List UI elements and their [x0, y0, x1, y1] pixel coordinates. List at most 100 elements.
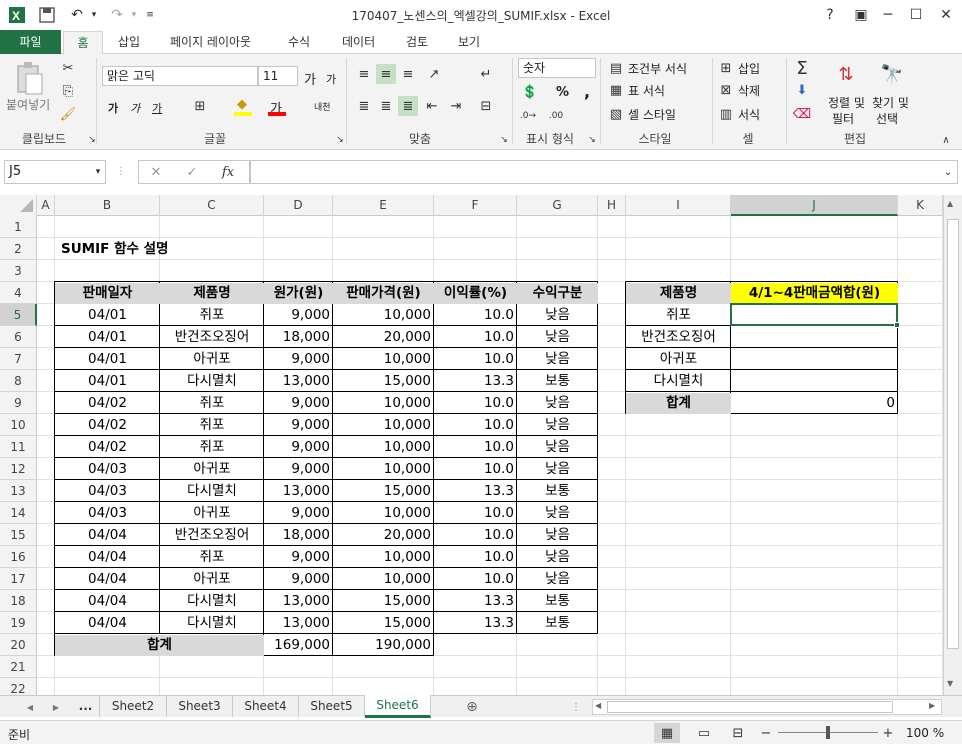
orientation-icon[interactable]: ↗	[424, 64, 444, 84]
table-cell-e6[interactable]: 20,000	[333, 327, 434, 348]
table-cell-e16[interactable]: 10,000	[333, 547, 434, 568]
align-middle-icon[interactable]: ≡	[376, 64, 396, 84]
table-cell-b15[interactable]: 04/04	[55, 525, 160, 546]
table-header-g[interactable]: 수익구분	[517, 283, 598, 304]
table-cell-g11[interactable]: 낮음	[517, 437, 598, 458]
table-cell-f5[interactable]: 10.0	[434, 305, 517, 326]
table-total-label[interactable]: 합계	[55, 635, 264, 656]
autosum-icon[interactable]: Σ	[792, 58, 812, 79]
table-cell-d17[interactable]: 9,000	[264, 569, 333, 590]
column-header-j[interactable]: J	[731, 195, 898, 216]
table-cell-d12[interactable]: 9,000	[264, 459, 333, 480]
table-cell-e7[interactable]: 10,000	[333, 349, 434, 370]
table-cell-d16[interactable]: 9,000	[264, 547, 333, 568]
sheet-tab-sheet5[interactable]: Sheet5	[299, 696, 365, 717]
row-header-18[interactable]: 18	[0, 590, 37, 612]
table-cell-e12[interactable]: 10,000	[333, 459, 434, 480]
summary-header-name[interactable]: 제품명	[626, 283, 731, 304]
table-cell-g10[interactable]: 낮음	[517, 415, 598, 436]
row-header-12[interactable]: 12	[0, 458, 37, 480]
table-header-e[interactable]: 판매가격(원)	[333, 283, 434, 304]
table-cell-c19[interactable]: 다시멸치	[160, 613, 264, 634]
row-header-3[interactable]: 3	[0, 260, 37, 282]
find-select-button[interactable]: 찾기 및	[872, 94, 909, 111]
ribbon-display-icon[interactable]: ▣	[850, 5, 872, 25]
row-header-14[interactable]: 14	[0, 502, 37, 524]
row-header-15[interactable]: 15	[0, 524, 37, 546]
tab-formulas[interactable]: 수식	[288, 33, 310, 50]
tab-page-layout[interactable]: 페이지 레이아웃	[170, 33, 251, 50]
row-header-5[interactable]: 5	[0, 304, 37, 326]
table-cell-f15[interactable]: 10.0	[434, 525, 517, 546]
table-cell-e5[interactable]: 10,000	[333, 305, 434, 326]
underline-button[interactable]: 가	[152, 100, 162, 116]
table-cell-c10[interactable]: 쥐포	[160, 415, 264, 436]
table-cell-d19[interactable]: 13,000	[264, 613, 333, 634]
percent-button[interactable]: %	[556, 85, 569, 100]
paste-icon[interactable]	[12, 60, 48, 96]
decrease-decimal-icon[interactable]: .00	[546, 106, 566, 126]
clipboard-launcher-icon[interactable]: ↘	[82, 130, 102, 150]
column-header-e[interactable]: E	[333, 195, 434, 216]
align-bottom-icon[interactable]: ≡	[398, 64, 418, 84]
column-header-h[interactable]: H	[598, 195, 626, 216]
tab-insert[interactable]: 삽입	[118, 33, 140, 50]
table-cell-b13[interactable]: 04/03	[55, 481, 160, 502]
tab-data[interactable]: 데이터	[342, 33, 375, 50]
row-header-4[interactable]: 4	[0, 282, 37, 304]
table-cell-g19[interactable]: 보통	[517, 613, 598, 634]
more-sheets-button[interactable]: ...	[72, 696, 100, 717]
summary-value-3[interactable]	[731, 349, 898, 370]
sheet-tab-sheet6[interactable]: Sheet6	[365, 695, 431, 718]
column-header-b[interactable]: B	[55, 195, 160, 216]
vertical-scrollbar[interactable]: ▲ ▼	[943, 195, 962, 695]
insert-cells-button[interactable]: 삽입	[738, 60, 760, 77]
table-cell-d11[interactable]: 9,000	[264, 437, 333, 458]
summary-value-2[interactable]	[731, 327, 898, 348]
cell-styles-icon[interactable]: ▧	[606, 104, 626, 124]
row-header-6[interactable]: 6	[0, 326, 37, 348]
expand-formula-icon[interactable]: ⌄	[938, 162, 958, 182]
table-cell-c17[interactable]: 아귀포	[160, 569, 264, 590]
vertical-scroll-thumb[interactable]	[947, 219, 959, 649]
italic-button[interactable]: 가	[130, 100, 140, 116]
table-cell-f19[interactable]: 13.3	[434, 613, 517, 634]
table-cell-f6[interactable]: 10.0	[434, 327, 517, 348]
table-total-cost[interactable]: 169,000	[264, 635, 333, 656]
copy-icon[interactable]: ⎘	[58, 81, 78, 101]
summary-item-1[interactable]: 쥐포	[626, 305, 731, 326]
table-cell-g13[interactable]: 보통	[517, 481, 598, 502]
table-cell-f12[interactable]: 10.0	[434, 459, 517, 480]
table-cell-g17[interactable]: 낮음	[517, 569, 598, 590]
fill-handle[interactable]	[894, 322, 900, 328]
table-cell-d13[interactable]: 13,000	[264, 481, 333, 502]
table-cell-e9[interactable]: 10,000	[333, 393, 434, 414]
table-cell-c7[interactable]: 아귀포	[160, 349, 264, 370]
find-select-label2[interactable]: 선택	[876, 110, 898, 127]
increase-decimal-icon[interactable]: .0→	[518, 106, 538, 126]
fill-icon[interactable]: ⬇	[792, 80, 812, 100]
format-cells-icon[interactable]: ▥	[716, 104, 736, 124]
font-name-select[interactable]: 맑은 고딕	[102, 66, 258, 86]
table-cell-g7[interactable]: 낮음	[517, 349, 598, 370]
table-cell-b16[interactable]: 04/04	[55, 547, 160, 568]
table-cell-b5[interactable]: 04/01	[55, 305, 160, 326]
table-cell-b6[interactable]: 04/01	[55, 327, 160, 348]
table-cell-d14[interactable]: 9,000	[264, 503, 333, 524]
table-total-price[interactable]: 190,000	[333, 635, 434, 656]
normal-view-icon[interactable]: ▦	[654, 723, 680, 743]
prev-sheet-icon[interactable]: ◀	[20, 697, 40, 717]
tab-review[interactable]: 검토	[406, 33, 428, 50]
table-header-f[interactable]: 이익률(%)	[434, 283, 517, 304]
table-cell-g15[interactable]: 낮음	[517, 525, 598, 546]
cut-icon[interactable]: ✂	[58, 58, 78, 78]
table-cell-b9[interactable]: 04/02	[55, 393, 160, 414]
table-cell-f7[interactable]: 10.0	[434, 349, 517, 370]
cancel-entry-icon[interactable]: ✕	[146, 162, 166, 182]
table-header-b[interactable]: 판매일자	[55, 283, 160, 304]
bold-button[interactable]: 가	[108, 100, 118, 116]
table-cell-c5[interactable]: 쥐포	[160, 305, 264, 326]
splitter-icon[interactable]: ⋮	[116, 166, 126, 180]
table-cell-d18[interactable]: 13,000	[264, 591, 333, 612]
row-header-9[interactable]: 9	[0, 392, 37, 414]
